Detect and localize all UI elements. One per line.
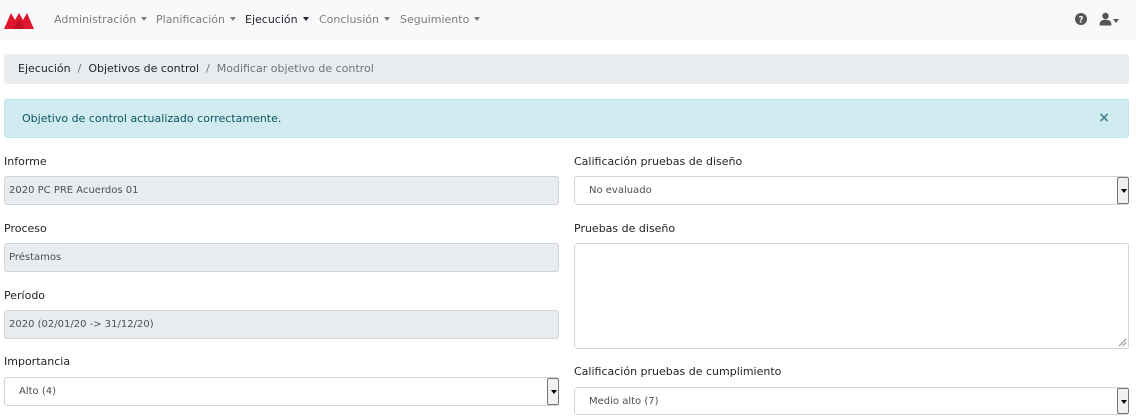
proceso-field: Préstamos [4,243,559,272]
chevron-down-icon [474,17,481,21]
calificacion-cumplimiento-label: Calificación pruebas de cumplimiento [574,365,782,378]
pruebas-diseno-textarea[interactable] [574,243,1129,349]
brand-logo-icon[interactable] [4,11,34,29]
chevron-down-icon [141,17,148,21]
proceso-label: Proceso [4,222,47,235]
importancia-label: Importancia [4,355,71,368]
breadcrumb-item-current: Modificar objetivo de control [216,62,374,75]
chevron-down-icon [302,17,309,21]
question-circle-icon[interactable]: ? [1075,13,1087,25]
chevron-down-icon [229,17,236,21]
alert-message: Objetivo de control actualizado correcta… [22,112,282,125]
calificacion-diseno-label: Calificación pruebas de diseño [574,155,743,168]
nav-item-planificacion[interactable]: Planificación [156,12,236,28]
chevron-down-icon [1113,19,1119,23]
importancia-select[interactable]: Alto (4) [4,377,559,406]
informe-label: Informe [4,155,47,168]
svg-text:?: ? [1078,15,1083,25]
nav-item-administracion[interactable]: Administración [54,12,148,28]
calificacion-cumplimiento-select[interactable]: Medio alto (7) [574,387,1129,415]
select-arrow-icon[interactable] [1117,388,1129,414]
nav-item-conclusion[interactable]: Conclusión [319,12,390,28]
breadcrumb: Ejecución / Objetivos de control / Modificar… [4,54,1129,84]
select-arrow-icon[interactable] [1117,177,1129,204]
nav-item-seguimiento[interactable]: Seguimiento [400,12,481,28]
periodo-label: Período [4,289,46,302]
select-arrow-icon[interactable] [547,378,559,405]
nav-item-ejecucion[interactable]: Ejecución [245,12,309,28]
user-icon[interactable] [1099,12,1112,26]
close-icon[interactable]: × [1098,100,1110,137]
calificacion-diseno-select[interactable]: No evaluado [574,176,1129,205]
breadcrumb-item-objetivos[interactable]: Objetivos de control [88,62,199,75]
success-alert: Objetivo de control actualizado correcta… [4,99,1129,138]
top-navbar: Administración Planificación Ejecución C… [0,0,1136,40]
informe-field: 2020 PC PRE Acuerdos 01 [4,176,559,205]
chevron-down-icon [383,17,390,21]
pruebas-diseno-label: Pruebas de diseño [574,222,676,235]
breadcrumb-item-ejecucion[interactable]: Ejecución [18,62,71,75]
user-menu-toggle[interactable] [1113,15,1119,28]
periodo-field: 2020 (02/01/20 -> 31/12/20) [4,310,559,339]
resize-grip-icon[interactable] [1118,338,1127,347]
